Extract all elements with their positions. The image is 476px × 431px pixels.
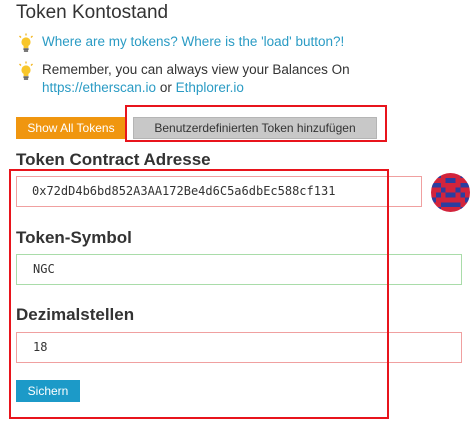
highlight-box-add-token (125, 105, 387, 142)
show-all-tokens-button[interactable]: Show All Tokens (16, 117, 126, 139)
address-identicon (431, 173, 470, 212)
link-separator: or (156, 80, 176, 95)
tip-row-balances: Remember, you can always view your Balan… (18, 61, 350, 97)
balances-tip-message: Remember, you can always view your Balan… (42, 62, 350, 77)
section-title: Token Kontostand (16, 2, 169, 23)
lightbulb-icon (19, 61, 33, 80)
highlight-box-form (9, 169, 389, 419)
address-label: Token Contract Adresse (16, 150, 211, 169)
lightbulb-icon (19, 33, 33, 52)
etherscan-link[interactable]: https://etherscan.io (42, 80, 156, 95)
tip-row-tokens: Where are my tokens? Where is the 'load'… (18, 33, 344, 55)
ethplorer-link[interactable]: Ethplorer.io (176, 80, 244, 95)
tokens-help-link[interactable]: Where are my tokens? Where is the 'load'… (42, 33, 344, 51)
balances-tip-text: Remember, you can always view your Balan… (42, 61, 350, 97)
